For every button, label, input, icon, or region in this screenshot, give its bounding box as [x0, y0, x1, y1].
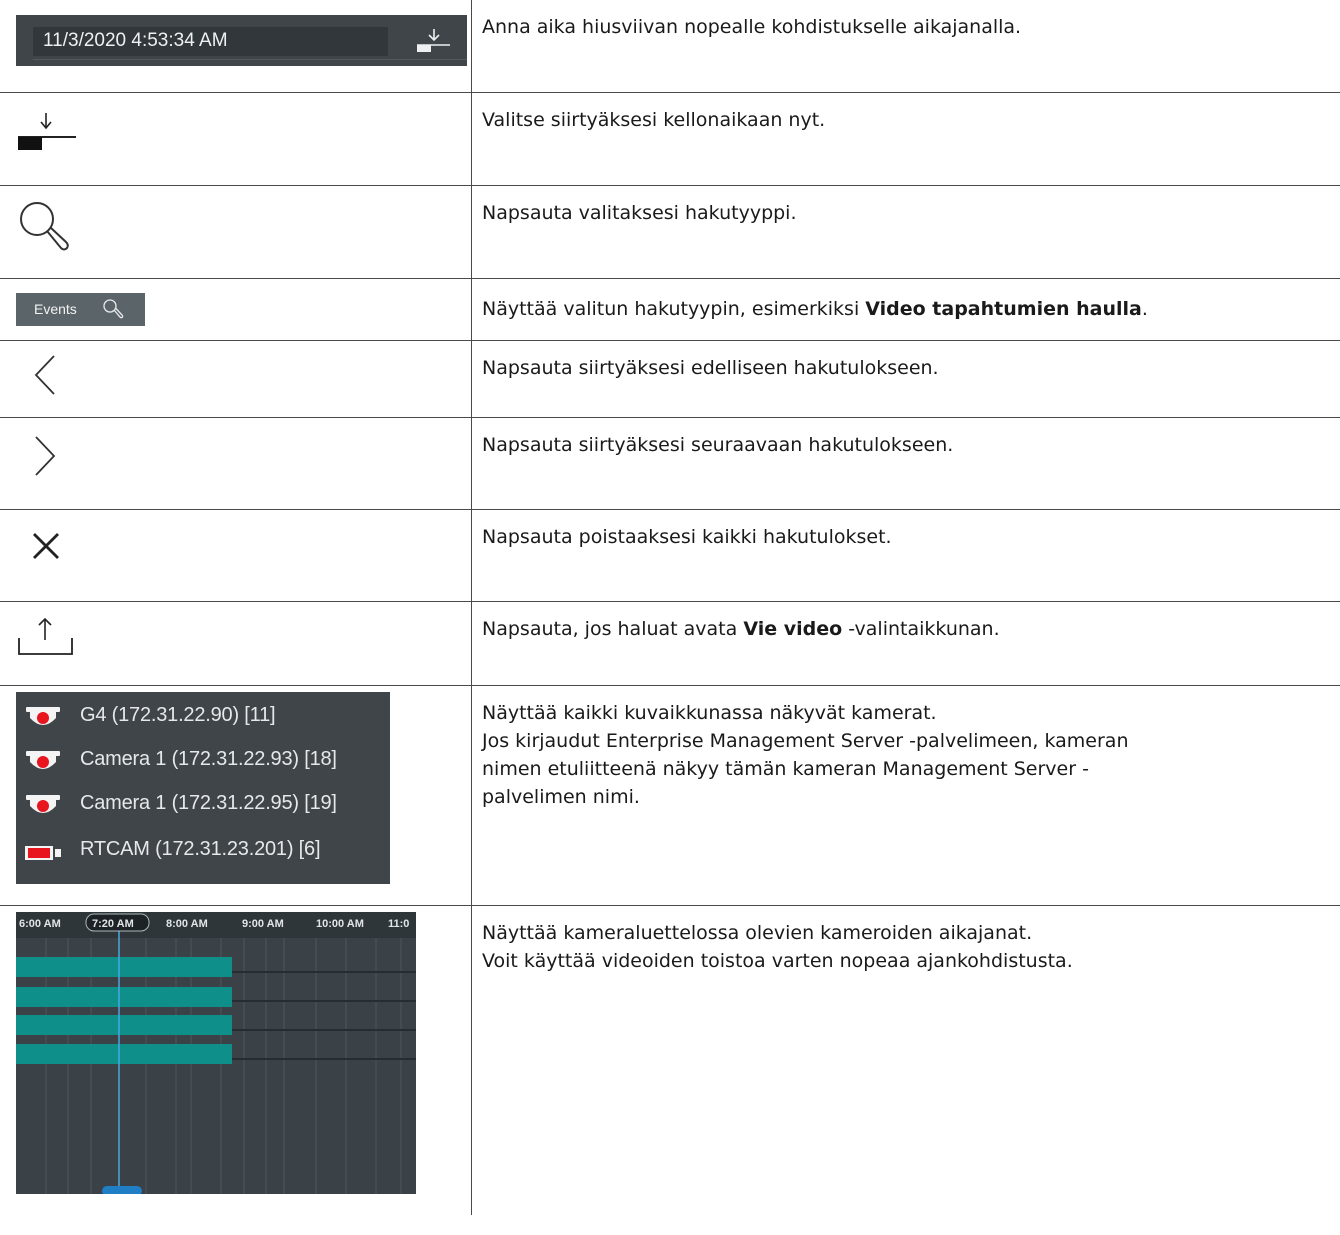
export-icon[interactable] [16, 614, 76, 664]
cell-image [0, 339, 472, 418]
close-icon[interactable] [28, 528, 64, 564]
cell-image: Events [0, 277, 472, 341]
row-description: Napsauta siirtyäksesi seuraavaan hakutul… [471, 416, 1340, 510]
cell-image [0, 416, 472, 510]
recording-track [16, 1014, 232, 1035]
search-icon [103, 298, 124, 318]
camera-label: RTCAM (172.31.23.201) [6] [80, 837, 321, 860]
description-bold-term: Video tapahtumien haulla [865, 297, 1142, 320]
camera-list-item[interactable]: RTCAM (172.31.23.201) [6] [16, 832, 390, 870]
description-text: Napsauta, jos haluat avata [482, 617, 744, 640]
tick-label: 8:00 AM [166, 918, 208, 930]
cell-image: G4 (172.31.22.90) [11] Camera 1 (172.31.… [0, 684, 472, 906]
search-type-button[interactable]: Events [16, 292, 145, 326]
row-export: Napsauta, jos haluat avata Vie video -va… [0, 600, 1340, 686]
dome-camera-icon [26, 750, 60, 769]
row-camera-list: G4 (172.31.22.90) [11] Camera 1 (172.31.… [0, 684, 1340, 906]
row-next: Napsauta siirtyäksesi seuraavaan hakutul… [0, 416, 1340, 510]
camera-list: G4 (172.31.22.90) [11] Camera 1 (172.31.… [16, 691, 390, 884]
recording-track [16, 1043, 232, 1064]
description-text: Näyttää valitun hakutyypin, esimerkiksi [482, 297, 866, 320]
cell-image: 6:00 AM 7:20 AM 8:00 AM 9:00 AM 10:00 AM… [0, 904, 472, 1215]
tick-label: 11:0 [388, 918, 409, 930]
chevron-left-icon[interactable] [30, 353, 60, 397]
row-description: Napsauta poistaaksesi kaikki hakutulokse… [471, 508, 1340, 602]
row-previous: Napsauta siirtyäksesi edelliseen hakutul… [0, 339, 1340, 418]
search-type-label: Events [34, 300, 77, 317]
go-to-now-button[interactable] [412, 27, 452, 57]
description-bold-term: Vie video [743, 617, 843, 640]
row-search: Napsauta valitaksesi hakutyyppi. [0, 184, 1340, 279]
description-text: . [1141, 297, 1148, 320]
row-description: Anna aika hiusviivan nopealle kohdistuks… [471, 0, 1340, 93]
tick-label: 10:00 AM [316, 918, 364, 930]
go-to-now-icon [417, 29, 450, 52]
cell-image [0, 508, 472, 602]
playhead-handle[interactable] [102, 1185, 142, 1194]
description-line: nimen etuliitteenä näkyy tämän kameran M… [482, 757, 1089, 780]
box-camera-icon [25, 845, 61, 860]
row-description: Napsauta, jos haluat avata Vie video -va… [471, 600, 1340, 686]
row-timelines: 6:00 AM 7:20 AM 8:00 AM 9:00 AM 10:00 AM… [0, 904, 1340, 1215]
row-description: Valitse siirtyäksesi kellonaikaan nyt. [471, 91, 1340, 186]
go-to-now-icon[interactable] [16, 111, 78, 155]
search-icon[interactable] [16, 198, 72, 254]
camera-label: G4 (172.31.22.90) [11] [80, 703, 276, 726]
recording-track [16, 986, 232, 1007]
row-clear: Napsauta poistaaksesi kaikki hakutulokse… [0, 508, 1340, 602]
description-line: Jos kirjaudut Enterprise Management Serv… [482, 729, 1129, 752]
camera-list-item[interactable]: Camera 1 (172.31.22.95) [19] [16, 786, 390, 824]
description-line: Näyttää kaikki kuvaikkunassa näkyvät kam… [482, 701, 937, 724]
row-description: Näyttää valitun hakutyypin, esimerkiksi … [471, 277, 1340, 341]
camera-label: Camera 1 (172.31.22.95) [19] [80, 791, 337, 814]
cell-image: 11/3/2020 4:53:34 AM [0, 0, 472, 93]
tick-label: 6:00 AM [19, 918, 61, 930]
cell-image [0, 91, 472, 186]
timeline-panel[interactable]: 6:00 AM 7:20 AM 8:00 AM 9:00 AM 10:00 AM… [16, 911, 416, 1194]
description-line: Näyttää kameraluettelossa olevien kamero… [482, 921, 1033, 944]
row-description: Napsauta siirtyäksesi edelliseen hakutul… [471, 339, 1340, 418]
reference-table: 11/3/2020 4:53:34 AM Anna aika hiusviiva… [0, 0, 1340, 1215]
timeline-chart: 6:00 AM 7:20 AM 8:00 AM 9:00 AM 10:00 AM… [16, 911, 416, 1194]
camera-label: Camera 1 (172.31.22.93) [18] [80, 747, 337, 770]
cell-image [0, 600, 472, 686]
dome-camera-icon [26, 706, 60, 725]
chevron-right-icon[interactable] [30, 434, 60, 478]
row-time-field: 11/3/2020 4:53:34 AM Anna aika hiusviiva… [0, 0, 1340, 93]
description-text: -valintaikkunan. [842, 617, 1000, 640]
row-description: Näyttää kameraluettelossa olevien kamero… [471, 904, 1340, 1215]
description-line: Voit käyttää videoiden toistoa varten no… [482, 949, 1073, 972]
time-bar: 11/3/2020 4:53:34 AM [16, 15, 467, 66]
time-ruler [33, 59, 467, 66]
recording-track [16, 956, 232, 977]
camera-list-item[interactable]: G4 (172.31.22.90) [11] [16, 698, 390, 736]
row-search-type: Events Näyttää valitun hakutyypin, esime… [0, 277, 1340, 341]
time-value: 11/3/2020 4:53:34 AM [43, 30, 228, 51]
description-line: palvelimen nimi. [482, 785, 640, 808]
dome-camera-icon [26, 794, 60, 813]
camera-list-item[interactable]: Camera 1 (172.31.22.93) [18] [16, 742, 390, 780]
tick-label: 9:00 AM [242, 918, 284, 930]
recording-tracks [16, 956, 232, 1064]
row-go-to-now: Valitse siirtyäksesi kellonaikaan nyt. [0, 91, 1340, 186]
row-description: Näyttää kaikki kuvaikkunassa näkyvät kam… [471, 684, 1340, 906]
row-description: Napsauta valitaksesi hakutyyppi. [471, 184, 1340, 279]
time-input[interactable]: 11/3/2020 4:53:34 AM [33, 27, 388, 56]
tick-label: 7:20 AM [92, 918, 134, 930]
cell-image [0, 184, 472, 279]
